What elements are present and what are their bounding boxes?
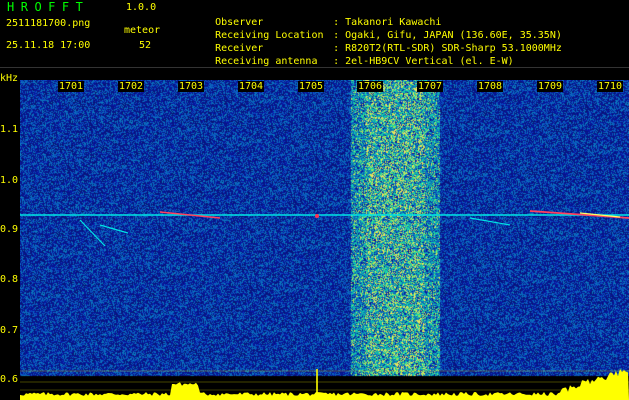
app-title: HROFFT [7,0,90,14]
x-tick-label: 1710 [597,81,624,92]
station-receiver-value: R820T2(RTL-SDR) SDR-Sharp 53.1000MHz [345,43,562,54]
observation-datetime: 25.11.18 17:00 [6,40,91,51]
station-location-value: Ogaki, Gifu, JAPAN (136.60E, 35.35N) [345,30,562,41]
station-info-row: Observer: Takanori Kawachi [179,3,562,28]
y-tick-label: 0.9 [0,224,19,235]
x-tick-label: 1703 [178,81,205,92]
station-receiver-key: Receiver [215,43,264,54]
x-tick-label: 1709 [537,81,564,92]
meteor-count-label: meteor [124,25,161,36]
x-tick-label: 1707 [417,81,444,92]
image-filename: 2511181700.png [6,18,91,29]
station-antenna-value: 2el-HB9CV Vertical (el. E-W) [345,56,514,67]
app-version: 1.0.0 [126,2,157,13]
station-observer-key: Observer [215,17,264,28]
meteor-streak [99,224,129,234]
y-tick-label: 0.7 [0,325,19,336]
station-location-key: Receiving Location [215,30,324,41]
hrofft-window: HROFFT 1.0.0 2511181700.png meteor 25.11… [0,0,629,400]
meteor-streak [469,217,511,226]
meteor-ping [315,214,319,218]
station-colon: : [333,30,340,41]
station-info: Observer: Takanori Kawachi Receiving Loca… [179,3,562,67]
y-tick-label: 1.0 [0,175,19,186]
x-tick-label: 1701 [58,81,85,92]
y-tick-label: 0.8 [0,274,19,285]
meteor-overlay [20,210,629,400]
y-tick-label: 1.1 [0,124,19,135]
station-observer-value: Takanori Kawachi [345,17,442,28]
x-tick-label: 1702 [118,81,145,92]
meteor-streak [79,219,106,247]
x-tick-label: 1708 [477,81,504,92]
x-tick-label: 1705 [298,81,325,92]
x-tick-label: 1704 [238,81,265,92]
station-colon: : [333,17,340,28]
x-tick-label: 1706 [357,81,384,92]
y-axis-unit: kHz [0,73,19,84]
header-divider [0,67,629,68]
spectrogram-panel[interactable] [20,80,629,400]
y-tick-label: 0.6 [0,374,19,385]
station-colon: : [333,43,340,54]
meteor-count-value: 52 [139,40,152,51]
signal-histogram [20,368,629,400]
